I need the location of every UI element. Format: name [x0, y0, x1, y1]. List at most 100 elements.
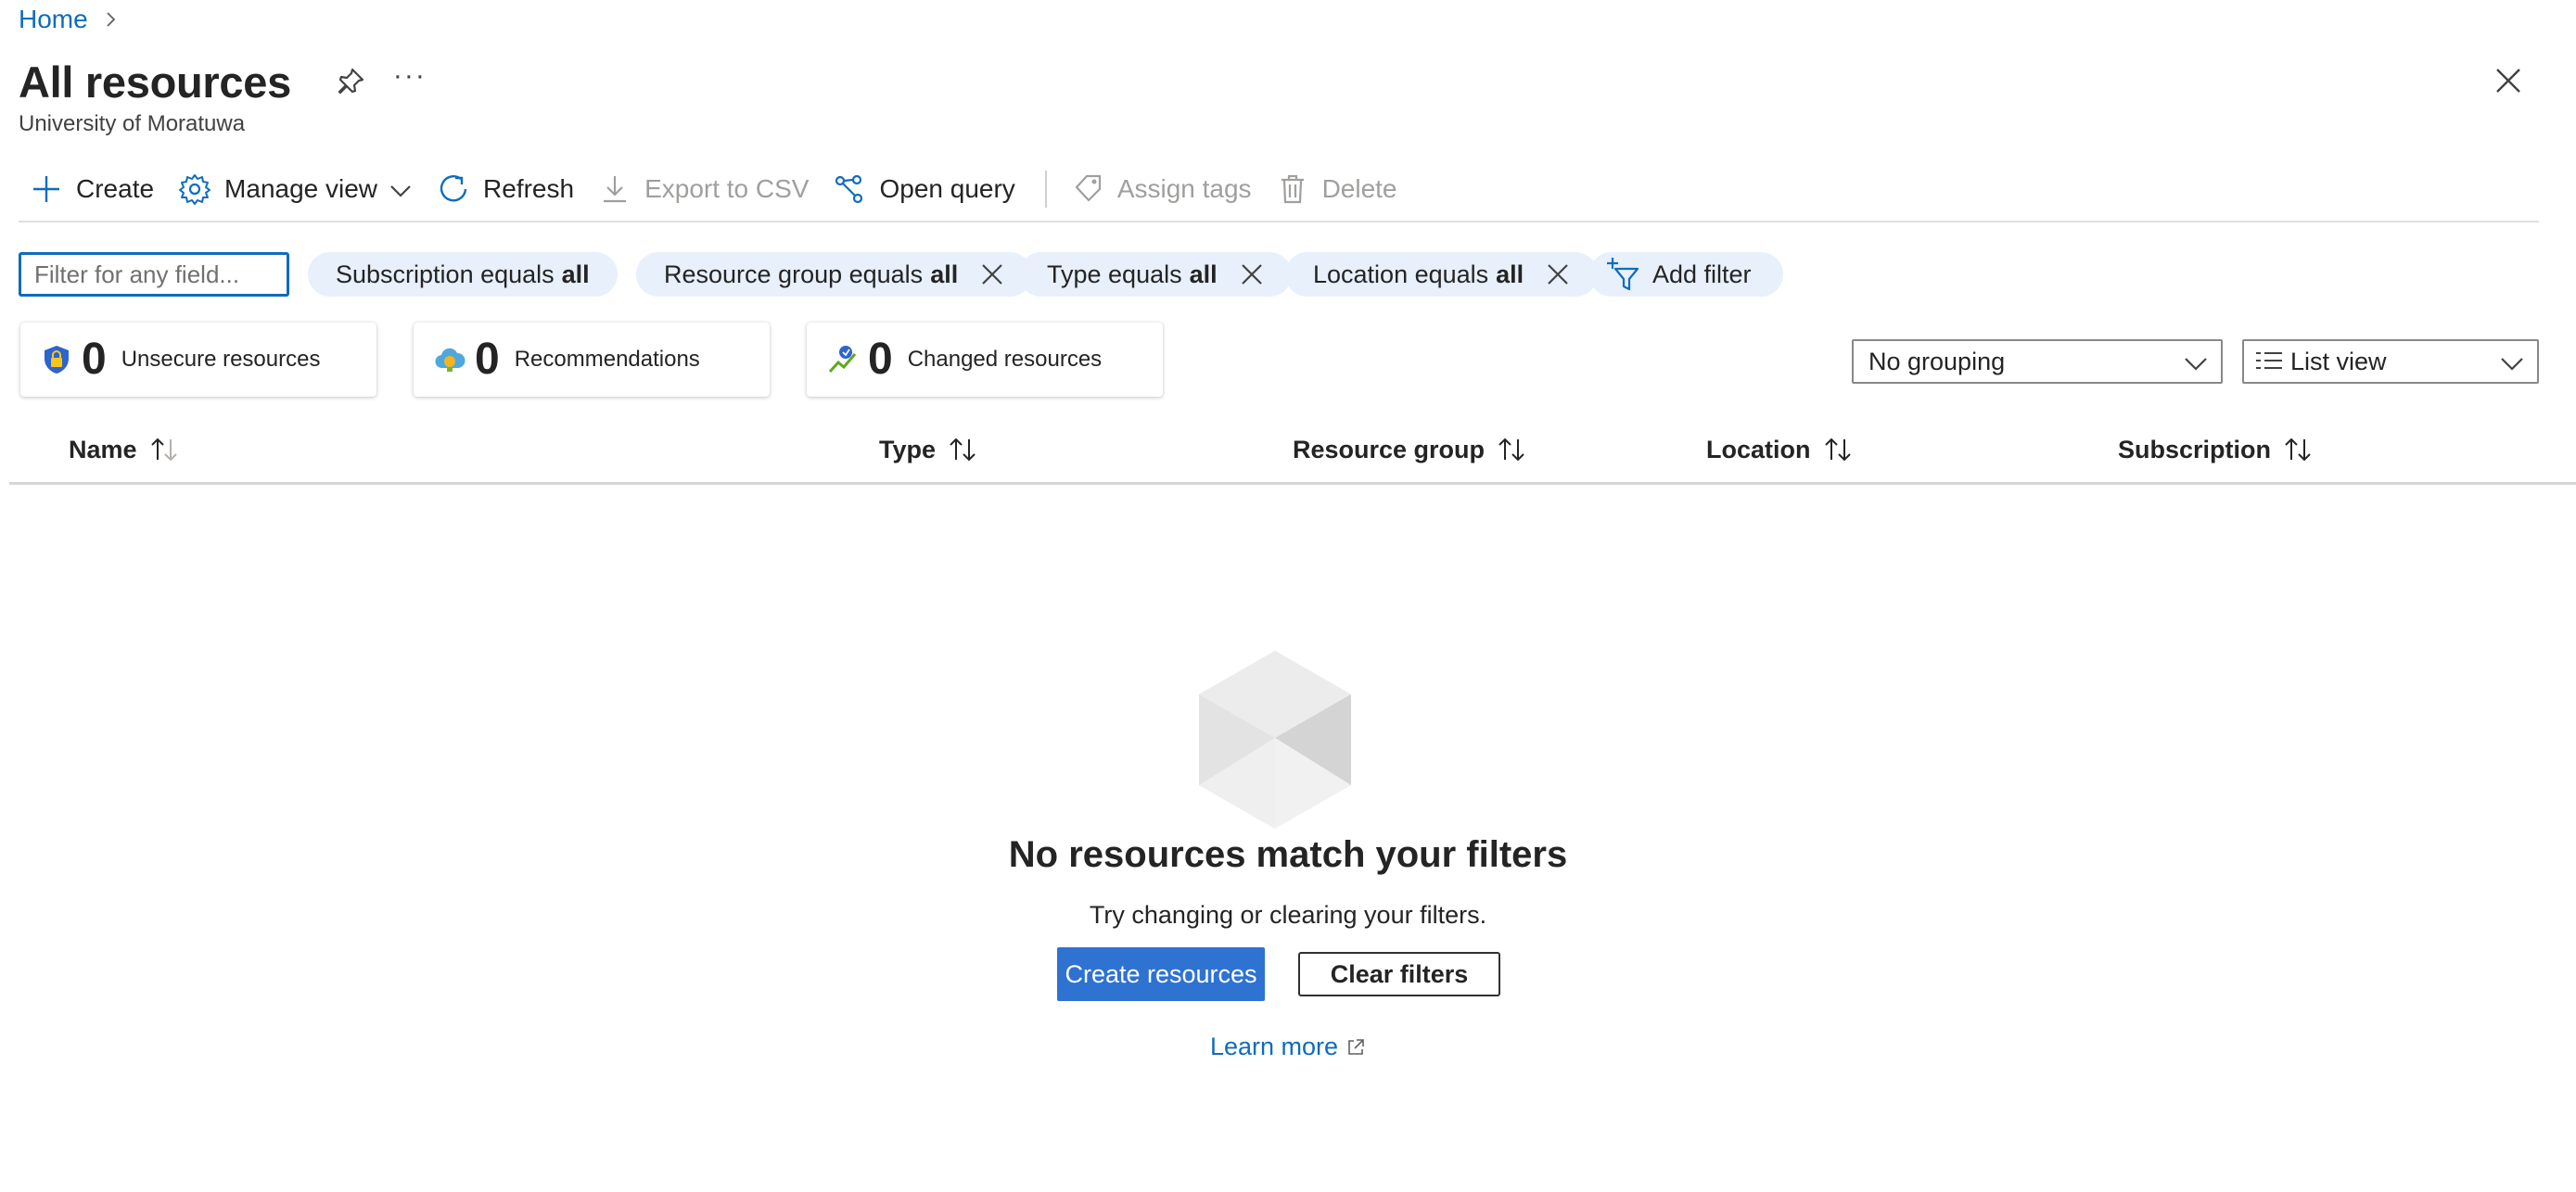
open-query-label: Open query [879, 174, 1015, 203]
changed-resources-card[interactable]: 0 Changed resources [807, 323, 1163, 397]
create-label: Create [76, 174, 155, 203]
column-header-subscription[interactable]: Subscription [2118, 430, 2315, 469]
resource-group-filter-pill[interactable]: Resource group equals all [636, 252, 1033, 297]
column-label: Type [879, 435, 937, 463]
clear-filters-button[interactable]: Clear filters [1298, 952, 1500, 996]
column-header-name[interactable]: Name [69, 430, 182, 469]
breadcrumb: Home [19, 2, 120, 37]
summary-label: Changed resources [907, 347, 1103, 372]
recommendations-card[interactable]: 0 Recommendations [414, 323, 770, 397]
pin-button[interactable] [328, 59, 373, 104]
learn-more-container: Learn more [0, 1033, 2576, 1061]
chevron-down-icon [2185, 358, 2207, 371]
empty-state-subtitle: Try changing or clearing your filters. [1089, 901, 1487, 929]
column-header-type[interactable]: Type [879, 430, 980, 469]
column-label: Name [69, 435, 137, 463]
summary-label: Unsecure resources [121, 347, 321, 372]
page-subtitle: University of Moratuwa [19, 111, 246, 136]
remove-filter-icon[interactable] [1546, 262, 1570, 286]
learn-more-link[interactable]: Learn more [1210, 1033, 1366, 1061]
gear-icon [179, 174, 211, 205]
trash-icon [1281, 174, 1304, 204]
cloud-advisor-icon [435, 348, 465, 372]
empty-cube-icon [1199, 651, 1351, 829]
column-label: Location [1706, 435, 1811, 463]
pin-icon [338, 68, 364, 95]
refresh-icon [440, 175, 467, 202]
table-header-divider [9, 482, 2576, 485]
pill-label: Resource group equals [664, 260, 924, 288]
open-query-button[interactable]: Open query [823, 163, 1029, 215]
sort-ascending-icon [150, 437, 177, 462]
plus-icon [33, 176, 59, 202]
sort-icon [950, 437, 976, 462]
column-header-location[interactable]: Location [1706, 430, 1855, 469]
remove-filter-icon[interactable] [1240, 262, 1264, 286]
page-title: All resources [19, 57, 291, 107]
change-tracking-icon [828, 346, 857, 374]
type-filter-pill[interactable]: Type equals all [1019, 252, 1292, 297]
location-filter-pill[interactable]: Location equals all [1285, 252, 1599, 297]
external-link-icon [1348, 1038, 1364, 1055]
list-view-icon [2256, 352, 2282, 369]
close-button[interactable] [2485, 57, 2531, 104]
filter-input[interactable] [19, 252, 289, 297]
sort-icon [1824, 437, 1851, 462]
subscription-filter-pill[interactable]: Subscription equals all [308, 252, 618, 297]
chevron-right-icon [107, 12, 115, 27]
remove-filter-icon[interactable] [980, 262, 1004, 286]
export-csv-button[interactable]: Export to CSV [589, 163, 823, 215]
grouping-dropdown[interactable]: No grouping [1852, 339, 2223, 384]
download-icon [604, 176, 627, 203]
manage-view-label: Manage view [224, 174, 378, 203]
column-label: Resource group [1293, 435, 1486, 463]
refresh-label: Refresh [483, 174, 575, 203]
unsecure-resources-card[interactable]: 0 Unsecure resources [20, 323, 376, 397]
query-graph-icon [835, 174, 863, 204]
pill-label: Type equals [1047, 260, 1182, 288]
add-filter-button[interactable]: Add filter [1589, 252, 1783, 297]
summary-label: Recommendations [514, 347, 700, 372]
toolbar-divider [19, 221, 2539, 222]
toolbar-separator [1044, 171, 1047, 208]
pill-label: Location equals [1313, 260, 1489, 288]
pill-label: Subscription equals [336, 260, 555, 288]
pill-value: all [561, 260, 590, 288]
sort-icon [2285, 437, 2311, 462]
chevron-down-icon [390, 185, 411, 197]
export-csv-label: Export to CSV [644, 174, 810, 203]
sort-icon [1498, 437, 1524, 462]
assign-tags-label: Assign tags [1116, 174, 1252, 203]
grouping-value: No grouping [1868, 347, 2006, 375]
add-filter-label: Add filter [1652, 260, 1752, 288]
pill-value: all [1189, 260, 1218, 288]
learn-more-label: Learn more [1209, 1033, 1339, 1060]
summary-count: 0 [82, 335, 107, 384]
empty-state-title: No resources match your filters [1008, 834, 1568, 875]
command-bar: Create Manage view Refresh Export to CSV [19, 163, 1412, 215]
create-button[interactable]: Create [19, 163, 169, 215]
refresh-button[interactable]: Refresh [427, 163, 589, 215]
view-mode-dropdown[interactable]: List view [2242, 339, 2539, 384]
assign-tags-button[interactable]: Assign tags [1062, 163, 1267, 215]
close-icon [2496, 69, 2520, 93]
title-row: All resources ··· [19, 50, 432, 113]
shield-lock-icon [45, 346, 69, 374]
add-filter-icon [1607, 258, 1639, 291]
delete-button[interactable]: Delete [1267, 163, 1412, 215]
more-options-button[interactable]: ··· [388, 59, 432, 104]
column-header-resource-group[interactable]: Resource group [1293, 430, 1529, 469]
tag-icon [1075, 174, 1101, 202]
pill-value: all [930, 260, 959, 288]
summary-count: 0 [475, 335, 500, 384]
create-resources-button[interactable]: Create resources [1057, 947, 1265, 1001]
column-label: Subscription [2118, 435, 2272, 463]
breadcrumb-home-link[interactable]: Home [19, 5, 88, 34]
chevron-down-icon [2501, 358, 2523, 371]
view-mode-value: List view [2290, 347, 2387, 375]
all-resources-page: Home All resources ··· University of Mor… [0, 0, 2576, 1192]
manage-view-button[interactable]: Manage view [169, 163, 427, 215]
pill-value: all [1496, 260, 1524, 288]
summary-count: 0 [868, 335, 893, 384]
delete-label: Delete [1321, 174, 1397, 203]
